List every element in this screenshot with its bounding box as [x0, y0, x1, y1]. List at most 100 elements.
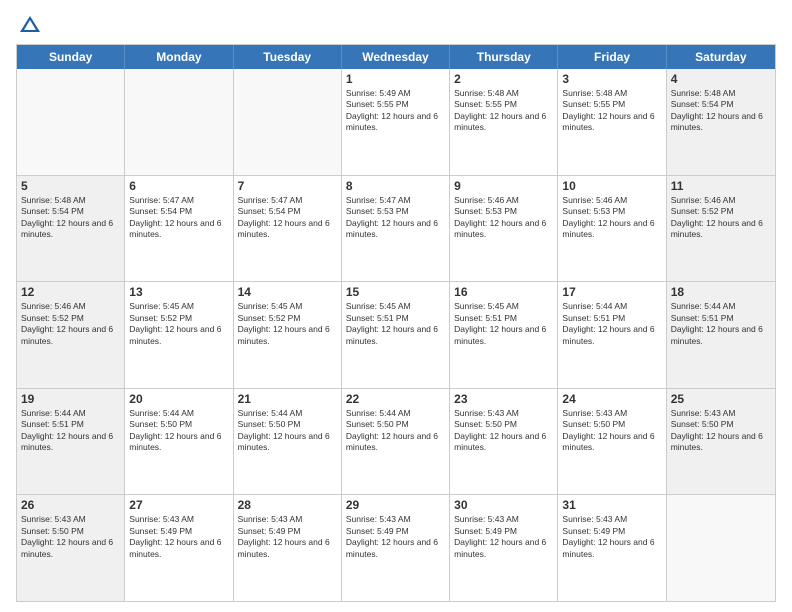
- header-day-tuesday: Tuesday: [234, 45, 342, 69]
- day-number: 12: [21, 285, 120, 299]
- calendar-cell: 11 Sunrise: 5:46 AMSunset: 5:52 PMDayligh…: [667, 176, 775, 282]
- calendar-cell: 5 Sunrise: 5:48 AMSunset: 5:54 PMDaylight…: [17, 176, 125, 282]
- calendar-cell: 3 Sunrise: 5:48 AMSunset: 5:55 PMDaylight…: [558, 69, 666, 175]
- day-info: Sunrise: 5:46 AMSunset: 5:53 PMDaylight:…: [454, 195, 553, 241]
- header-day-monday: Monday: [125, 45, 233, 69]
- calendar-body: 1Sunrise: 5:49 AMSunset: 5:55 PMDaylight…: [17, 69, 775, 601]
- day-number: 26: [21, 498, 120, 512]
- calendar-cell: 18 Sunrise: 5:44 AMSunset: 5:51 PMDayligh…: [667, 282, 775, 388]
- calendar-row-1: 5 Sunrise: 5:48 AMSunset: 5:54 PMDaylight…: [17, 175, 775, 282]
- day-info: Sunrise: 5:45 AMSunset: 5:52 PMDaylight:…: [129, 301, 228, 347]
- day-number: 23: [454, 392, 553, 406]
- day-info: Sunrise: 5:43 AMSunset: 5:50 PMDaylight:…: [454, 408, 553, 454]
- calendar-cell: 27 Sunrise: 5:43 AMSunset: 5:49 PMDayligh…: [125, 495, 233, 601]
- calendar-header: SundayMondayTuesdayWednesdayThursdayFrid…: [17, 45, 775, 69]
- day-info: Sunrise: 5:43 AMSunset: 5:49 PMDaylight:…: [454, 514, 553, 560]
- day-number: 15: [346, 285, 445, 299]
- calendar-cell: 31 Sunrise: 5:43 AMSunset: 5:49 PMDayligh…: [558, 495, 666, 601]
- calendar-cell: 13Sunrise: 5:45 AMSunset: 5:52 PMDayligh…: [125, 282, 233, 388]
- calendar-cell: 21 Sunrise: 5:44 AMSunset: 5:50 PMDayligh…: [234, 389, 342, 495]
- day-info: Sunrise: 5:43 AMSunset: 5:49 PMDaylight:…: [129, 514, 228, 560]
- calendar-cell: [667, 495, 775, 601]
- day-number: 17: [562, 285, 661, 299]
- day-info: Sunrise: 5:43 AMSunset: 5:50 PMDaylight:…: [671, 408, 771, 454]
- calendar-row-2: 12 Sunrise: 5:46 AMSunset: 5:52 PMDayligh…: [17, 281, 775, 388]
- day-number: 27: [129, 498, 228, 512]
- day-info: Sunrise: 5:44 AMSunset: 5:51 PMDaylight:…: [562, 301, 661, 347]
- day-info: Sunrise: 5:48 AMSunset: 5:54 PMDaylight:…: [21, 195, 120, 241]
- calendar-cell: 1Sunrise: 5:49 AMSunset: 5:55 PMDaylight…: [342, 69, 450, 175]
- calendar-cell: [17, 69, 125, 175]
- day-number: 21: [238, 392, 337, 406]
- day-info: Sunrise: 5:48 AMSunset: 5:55 PMDaylight:…: [562, 88, 661, 134]
- header-day-friday: Friday: [558, 45, 666, 69]
- day-info: Sunrise: 5:43 AMSunset: 5:50 PMDaylight:…: [562, 408, 661, 454]
- day-number: 3: [562, 72, 661, 86]
- day-number: 14: [238, 285, 337, 299]
- day-info: Sunrise: 5:44 AMSunset: 5:51 PMDaylight:…: [671, 301, 771, 347]
- day-info: Sunrise: 5:48 AMSunset: 5:54 PMDaylight:…: [671, 88, 771, 134]
- header-day-wednesday: Wednesday: [342, 45, 450, 69]
- header-day-sunday: Sunday: [17, 45, 125, 69]
- calendar-cell: 17 Sunrise: 5:44 AMSunset: 5:51 PMDayligh…: [558, 282, 666, 388]
- calendar-cell: 15 Sunrise: 5:45 AMSunset: 5:51 PMDayligh…: [342, 282, 450, 388]
- day-number: 2: [454, 72, 553, 86]
- day-number: 18: [671, 285, 771, 299]
- day-info: Sunrise: 5:47 AMSunset: 5:54 PMDaylight:…: [238, 195, 337, 241]
- day-info: Sunrise: 5:44 AMSunset: 5:51 PMDaylight:…: [21, 408, 120, 454]
- logo-icon: [16, 12, 44, 40]
- calendar-cell: 8 Sunrise: 5:47 AMSunset: 5:53 PMDaylight…: [342, 176, 450, 282]
- calendar-cell: 16Sunrise: 5:45 AMSunset: 5:51 PMDayligh…: [450, 282, 558, 388]
- day-number: 11: [671, 179, 771, 193]
- day-info: Sunrise: 5:44 AMSunset: 5:50 PMDaylight:…: [129, 408, 228, 454]
- day-number: 22: [346, 392, 445, 406]
- day-number: 20: [129, 392, 228, 406]
- day-info: Sunrise: 5:43 AMSunset: 5:49 PMDaylight:…: [562, 514, 661, 560]
- calendar-cell: 4Sunrise: 5:48 AMSunset: 5:54 PMDaylight…: [667, 69, 775, 175]
- calendar-row-0: 1Sunrise: 5:49 AMSunset: 5:55 PMDaylight…: [17, 69, 775, 175]
- day-info: Sunrise: 5:43 AMSunset: 5:49 PMDaylight:…: [238, 514, 337, 560]
- calendar-cell: 28 Sunrise: 5:43 AMSunset: 5:49 PMDayligh…: [234, 495, 342, 601]
- day-number: 25: [671, 392, 771, 406]
- calendar-cell: 6 Sunrise: 5:47 AMSunset: 5:54 PMDaylight…: [125, 176, 233, 282]
- day-number: 10: [562, 179, 661, 193]
- calendar: SundayMondayTuesdayWednesdayThursdayFrid…: [16, 44, 776, 602]
- day-info: Sunrise: 5:49 AMSunset: 5:55 PMDaylight:…: [346, 88, 445, 134]
- calendar-cell: 25 Sunrise: 5:43 AMSunset: 5:50 PMDayligh…: [667, 389, 775, 495]
- calendar-cell: 30Sunrise: 5:43 AMSunset: 5:49 PMDayligh…: [450, 495, 558, 601]
- day-number: 6: [129, 179, 228, 193]
- calendar-cell: 12 Sunrise: 5:46 AMSunset: 5:52 PMDayligh…: [17, 282, 125, 388]
- day-number: 28: [238, 498, 337, 512]
- day-info: Sunrise: 5:44 AMSunset: 5:50 PMDaylight:…: [238, 408, 337, 454]
- day-info: Sunrise: 5:46 AMSunset: 5:53 PMDaylight:…: [562, 195, 661, 241]
- day-number: 24: [562, 392, 661, 406]
- day-number: 8: [346, 179, 445, 193]
- header-day-saturday: Saturday: [667, 45, 775, 69]
- header: [16, 12, 776, 40]
- calendar-cell: 22Sunrise: 5:44 AMSunset: 5:50 PMDayligh…: [342, 389, 450, 495]
- page: SundayMondayTuesdayWednesdayThursdayFrid…: [0, 0, 792, 612]
- calendar-cell: 9Sunrise: 5:46 AMSunset: 5:53 PMDaylight…: [450, 176, 558, 282]
- calendar-cell: 10 Sunrise: 5:46 AMSunset: 5:53 PMDayligh…: [558, 176, 666, 282]
- day-info: Sunrise: 5:47 AMSunset: 5:54 PMDaylight:…: [129, 195, 228, 241]
- day-info: Sunrise: 5:46 AMSunset: 5:52 PMDaylight:…: [671, 195, 771, 241]
- day-number: 16: [454, 285, 553, 299]
- calendar-row-3: 19 Sunrise: 5:44 AMSunset: 5:51 PMDayligh…: [17, 388, 775, 495]
- day-info: Sunrise: 5:48 AMSunset: 5:55 PMDaylight:…: [454, 88, 553, 134]
- day-number: 19: [21, 392, 120, 406]
- day-info: Sunrise: 5:46 AMSunset: 5:52 PMDaylight:…: [21, 301, 120, 347]
- day-info: Sunrise: 5:47 AMSunset: 5:53 PMDaylight:…: [346, 195, 445, 241]
- calendar-cell: 29Sunrise: 5:43 AMSunset: 5:49 PMDayligh…: [342, 495, 450, 601]
- day-number: 7: [238, 179, 337, 193]
- calendar-cell: 24 Sunrise: 5:43 AMSunset: 5:50 PMDayligh…: [558, 389, 666, 495]
- day-info: Sunrise: 5:43 AMSunset: 5:50 PMDaylight:…: [21, 514, 120, 560]
- day-number: 5: [21, 179, 120, 193]
- calendar-cell: 14 Sunrise: 5:45 AMSunset: 5:52 PMDayligh…: [234, 282, 342, 388]
- day-info: Sunrise: 5:45 AMSunset: 5:51 PMDaylight:…: [346, 301, 445, 347]
- header-day-thursday: Thursday: [450, 45, 558, 69]
- day-info: Sunrise: 5:45 AMSunset: 5:52 PMDaylight:…: [238, 301, 337, 347]
- calendar-cell: [234, 69, 342, 175]
- calendar-cell: 23 Sunrise: 5:43 AMSunset: 5:50 PMDayligh…: [450, 389, 558, 495]
- day-info: Sunrise: 5:43 AMSunset: 5:49 PMDaylight:…: [346, 514, 445, 560]
- day-number: 31: [562, 498, 661, 512]
